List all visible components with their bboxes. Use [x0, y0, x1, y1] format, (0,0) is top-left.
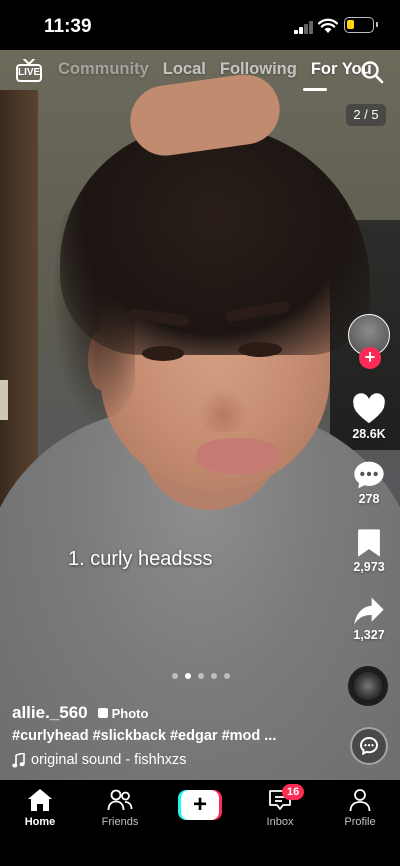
bottom-nav: Home Friends + Inbox 16 Profile: [0, 780, 400, 866]
author-row: allie._560 Photo: [12, 703, 148, 723]
nav-inbox[interactable]: Inbox: [245, 788, 315, 828]
bookmark-icon: [358, 529, 380, 557]
person-hair: [60, 125, 370, 355]
nav-friends[interactable]: Friends: [85, 788, 155, 828]
comment-count: 278: [358, 492, 380, 506]
photo-badge-icon: [97, 708, 108, 718]
inbox-notification-badge: 16: [282, 784, 305, 800]
author-username[interactable]: allie._560: [12, 703, 88, 723]
nav-home-label: Home: [24, 816, 56, 828]
post-photo[interactable]: [0, 50, 400, 780]
person-nose: [200, 390, 246, 432]
person-eye-left: [142, 346, 184, 361]
share-button[interactable]: 1,327: [344, 596, 394, 642]
post-hashtags[interactable]: #curlyhead #slickback #edgar #mod ...: [12, 728, 276, 744]
carousel-dot[interactable]: [211, 673, 217, 679]
music-note-icon: [12, 752, 25, 767]
live-label: LIVE: [16, 64, 42, 82]
follow-button[interactable]: +: [359, 347, 381, 369]
create-button[interactable]: +: [178, 790, 222, 820]
wifi-icon: [318, 18, 338, 33]
bookmark-button[interactable]: 2,973: [344, 528, 394, 574]
sound-row[interactable]: original sound - fishhxzs: [12, 752, 187, 768]
carousel-dot[interactable]: [198, 673, 204, 679]
comment-button[interactable]: 278: [344, 460, 394, 506]
like-button[interactable]: 28.6K: [344, 393, 394, 441]
bookmark-count: 2,973: [353, 560, 385, 574]
share-count: 1,327: [353, 628, 385, 642]
comment-icon: [354, 461, 384, 489]
nav-profile[interactable]: Profile: [325, 788, 395, 828]
active-tab-indicator: [303, 88, 327, 91]
heart-icon: [353, 393, 385, 424]
background-light: [0, 380, 8, 420]
profile-icon: [349, 789, 371, 812]
search-icon[interactable]: [360, 60, 384, 84]
battery-level: [347, 20, 354, 29]
status-bar: 11:39: [0, 0, 400, 50]
plus-icon: +: [181, 790, 219, 820]
live-button[interactable]: LIVE: [16, 59, 42, 82]
sound-disc[interactable]: [348, 666, 388, 706]
share-arrow-icon: [354, 597, 384, 625]
quick-comment-button[interactable]: [350, 727, 388, 765]
carousel-dot-active[interactable]: [185, 673, 191, 679]
tab-following[interactable]: Following: [220, 60, 297, 79]
signal-icon: [294, 20, 314, 34]
photo-type-badge: Photo: [97, 705, 149, 721]
carousel-dots: [172, 673, 230, 679]
chat-bubble-icon: [359, 736, 379, 756]
battery-icon: [344, 17, 378, 33]
person-lips: [196, 438, 280, 474]
nav-friends-label: Friends: [101, 816, 139, 828]
nav-profile-label: Profile: [344, 816, 376, 828]
friends-icon: [107, 789, 133, 811]
carousel-dot[interactable]: [224, 673, 230, 679]
carousel-dot[interactable]: [172, 673, 178, 679]
hashtags-text[interactable]: #curlyhead #slickback #edgar #mod ...: [12, 728, 276, 744]
photo-badge-label: Photo: [111, 705, 149, 721]
tab-community[interactable]: Community: [58, 60, 149, 79]
photo-overlay-caption: 1. curly headsss: [68, 548, 213, 570]
tab-local[interactable]: Local: [163, 60, 206, 79]
person-eye-right: [238, 342, 282, 357]
status-time: 11:39: [44, 16, 92, 37]
like-count: 28.6K: [352, 427, 386, 441]
sound-name: original sound - fishhxzs: [31, 752, 187, 768]
photo-counter: 2 / 5: [346, 104, 386, 126]
nav-home[interactable]: Home: [5, 788, 75, 828]
home-icon: [28, 789, 52, 811]
feed-tabs: Community Local Following For You: [58, 60, 372, 79]
nav-inbox-label: Inbox: [266, 816, 294, 828]
